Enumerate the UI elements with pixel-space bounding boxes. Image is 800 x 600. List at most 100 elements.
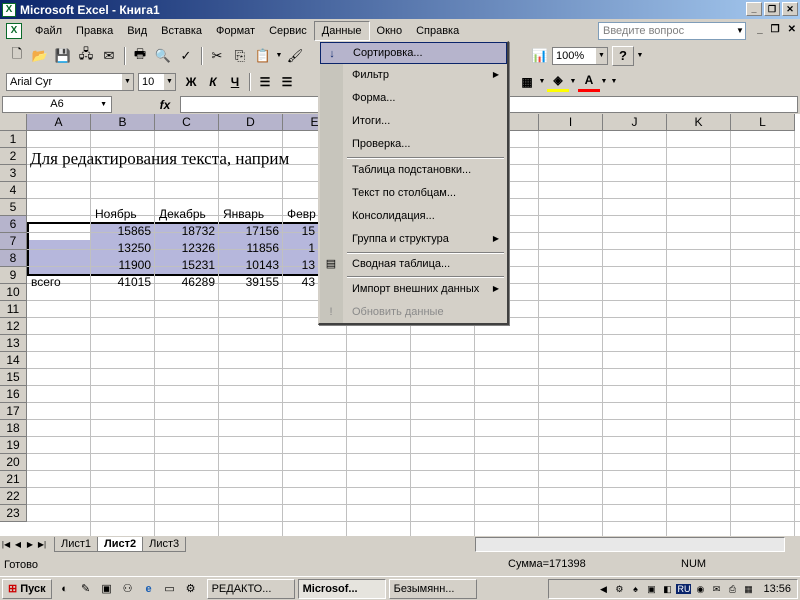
column-header-a[interactable]: A <box>27 114 91 131</box>
cell-d5[interactable]: Январь <box>220 206 282 223</box>
align-left-icon[interactable]: ☰ <box>254 72 276 92</box>
font-size-select[interactable]: 10 ▼ <box>138 72 176 91</box>
tray-icon[interactable]: ⎙ <box>725 582 739 596</box>
paste-dropdown-icon[interactable]: ▼ <box>275 46 283 66</box>
print-preview-icon[interactable]: 🔍 <box>152 46 174 66</box>
cell-e9[interactable]: 43 <box>284 274 318 291</box>
start-button[interactable]: ⊞ Пуск <box>2 578 52 599</box>
quicklaunch-icon[interactable]: ▭ <box>162 581 178 597</box>
sheet-tab-1[interactable]: Лист1 <box>54 537 99 552</box>
cell-d9[interactable]: 39155 <box>220 274 282 291</box>
row-header-8[interactable]: 8 <box>0 250 27 267</box>
row-header-5[interactable]: 5 <box>0 199 27 216</box>
menu-item-subtotals[interactable]: Итоги... <box>320 110 507 132</box>
menu-insert[interactable]: Вставка <box>154 22 209 40</box>
zoom-dropdown-arrow[interactable]: ▼ <box>595 47 607 64</box>
tray-icon[interactable]: ⚙ <box>612 582 626 596</box>
fill-color-icon[interactable]: ◈ <box>547 72 569 92</box>
row-header-1[interactable]: 1 <box>0 131 27 148</box>
internet-explorer-icon[interactable]: e <box>141 581 157 597</box>
italic-button[interactable]: К <box>202 72 224 92</box>
menu-item-pivot-table[interactable]: ▤ Сводная таблица... <box>320 253 507 275</box>
underline-button[interactable]: Ч <box>224 72 246 92</box>
row-header-17[interactable]: 17 <box>0 403 27 420</box>
sheet-tab-2[interactable]: Лист2 <box>97 537 144 552</box>
row-header-14[interactable]: 14 <box>0 352 27 369</box>
save-icon[interactable]: 💾 <box>52 46 74 66</box>
doc-close-button[interactable]: ✕ <box>788 24 796 35</box>
align-center-icon[interactable]: ☰ <box>276 72 298 92</box>
menu-file[interactable]: Файл <box>28 22 69 40</box>
column-header-b[interactable]: B <box>91 114 155 131</box>
menu-item-validation[interactable]: Проверка... <box>320 133 507 155</box>
row-header-3[interactable]: 3 <box>0 165 27 182</box>
menu-data[interactable]: Данные <box>313 20 370 41</box>
cell-c8[interactable]: 15231 <box>156 257 218 274</box>
excel-app-icon[interactable]: X <box>2 2 16 17</box>
doc-restore-button[interactable]: ❐ <box>771 24 780 35</box>
menu-item-text-to-columns[interactable]: Текст по столбцам... <box>320 182 507 204</box>
menu-edit[interactable]: Правка <box>69 22 120 40</box>
cell-c6[interactable]: 18732 <box>156 223 218 240</box>
column-header-l[interactable]: L <box>731 114 795 131</box>
select-all-button[interactable] <box>0 114 27 131</box>
spelling-icon[interactable]: ✓ <box>175 46 197 66</box>
tray-icon[interactable]: ✉ <box>709 582 723 596</box>
tray-icon[interactable]: ▦ <box>741 582 755 596</box>
taskbar-excel-button[interactable]: Microsof... <box>297 578 386 599</box>
menu-format[interactable]: Формат <box>209 22 262 40</box>
tray-icon[interactable]: ◧ <box>660 582 674 596</box>
cell-e7[interactable]: 1 <box>284 240 318 257</box>
tray-icon[interactable]: ◉ <box>693 582 707 596</box>
cell-d6[interactable]: 17156 <box>220 223 282 240</box>
menu-item-form[interactable]: Форма... <box>320 87 507 109</box>
toolbar-options-icon[interactable]: ▼ <box>635 46 645 66</box>
menu-item-consolidate[interactable]: Консолидация... <box>320 205 507 227</box>
horizontal-scrollbar[interactable] <box>475 537 785 552</box>
quicklaunch-icon[interactable]: ◐ <box>57 581 73 597</box>
row-header-7[interactable]: 7 <box>0 233 27 250</box>
row-header-18[interactable]: 18 <box>0 420 27 437</box>
borders-dropdown-icon[interactable]: ▼ <box>538 72 546 92</box>
row-header-15[interactable]: 15 <box>0 369 27 386</box>
zoom-select[interactable]: 100% ▼ <box>552 46 608 65</box>
cell-b6[interactable]: 15865 <box>92 223 154 240</box>
menu-item-refresh-data[interactable]: ! Обновить данные <box>320 301 507 323</box>
name-box-dropdown-arrow[interactable]: ▼ <box>100 97 107 112</box>
print-icon[interactable]: 🖶 <box>129 46 151 66</box>
language-indicator[interactable]: RU <box>676 584 692 594</box>
toolbar-options-icon[interactable]: ▼ <box>609 72 619 92</box>
paste-icon[interactable]: 📋 <box>252 46 274 66</box>
row-header-2[interactable]: 2 <box>0 148 27 165</box>
cell-c9[interactable]: 46289 <box>156 274 218 291</box>
cell-d7[interactable]: 11856 <box>220 240 282 257</box>
email-icon[interactable]: ✉ <box>98 46 120 66</box>
menu-item-group-outline[interactable]: Группа и структура ▶ <box>320 228 507 250</box>
column-header-k[interactable]: K <box>667 114 731 131</box>
row-header-19[interactable]: 19 <box>0 437 27 454</box>
cut-icon[interactable]: ✂ <box>206 46 228 66</box>
open-folder-icon[interactable]: 📂 <box>29 46 51 66</box>
taskbar-word-button[interactable]: РЕДАКТО... <box>206 578 295 599</box>
prev-sheet-icon[interactable]: ◀ <box>12 540 24 549</box>
font-color-icon[interactable]: A <box>578 72 600 92</box>
column-header-c[interactable]: C <box>155 114 219 131</box>
cell-a9[interactable]: всего <box>28 274 90 291</box>
cell-d8[interactable]: 10143 <box>220 257 282 274</box>
menu-item-table[interactable]: Таблица подстановки... <box>320 159 507 181</box>
quicklaunch-icon[interactable]: ⚇ <box>120 581 136 597</box>
tray-icon[interactable]: ♠ <box>628 582 642 596</box>
cell-e5[interactable]: Февр <box>284 206 318 223</box>
last-sheet-icon[interactable]: ▶| <box>36 540 48 549</box>
help-question-input[interactable]: Введите вопрос <box>598 22 746 40</box>
cell-e8[interactable]: 13 <box>284 257 318 274</box>
font-select[interactable]: Arial Cyr ▼ <box>6 72 134 91</box>
row-header-12[interactable]: 12 <box>0 318 27 335</box>
column-header-d[interactable]: D <box>219 114 283 131</box>
row-header-20[interactable]: 20 <box>0 454 27 471</box>
menu-tools[interactable]: Сервис <box>262 22 314 40</box>
row-header-9[interactable]: 9 <box>0 267 27 284</box>
cell-a2-title[interactable]: Для редактирования текста, наприм <box>30 149 289 169</box>
column-header-i[interactable]: I <box>539 114 603 131</box>
row-header-23[interactable]: 23 <box>0 505 27 522</box>
